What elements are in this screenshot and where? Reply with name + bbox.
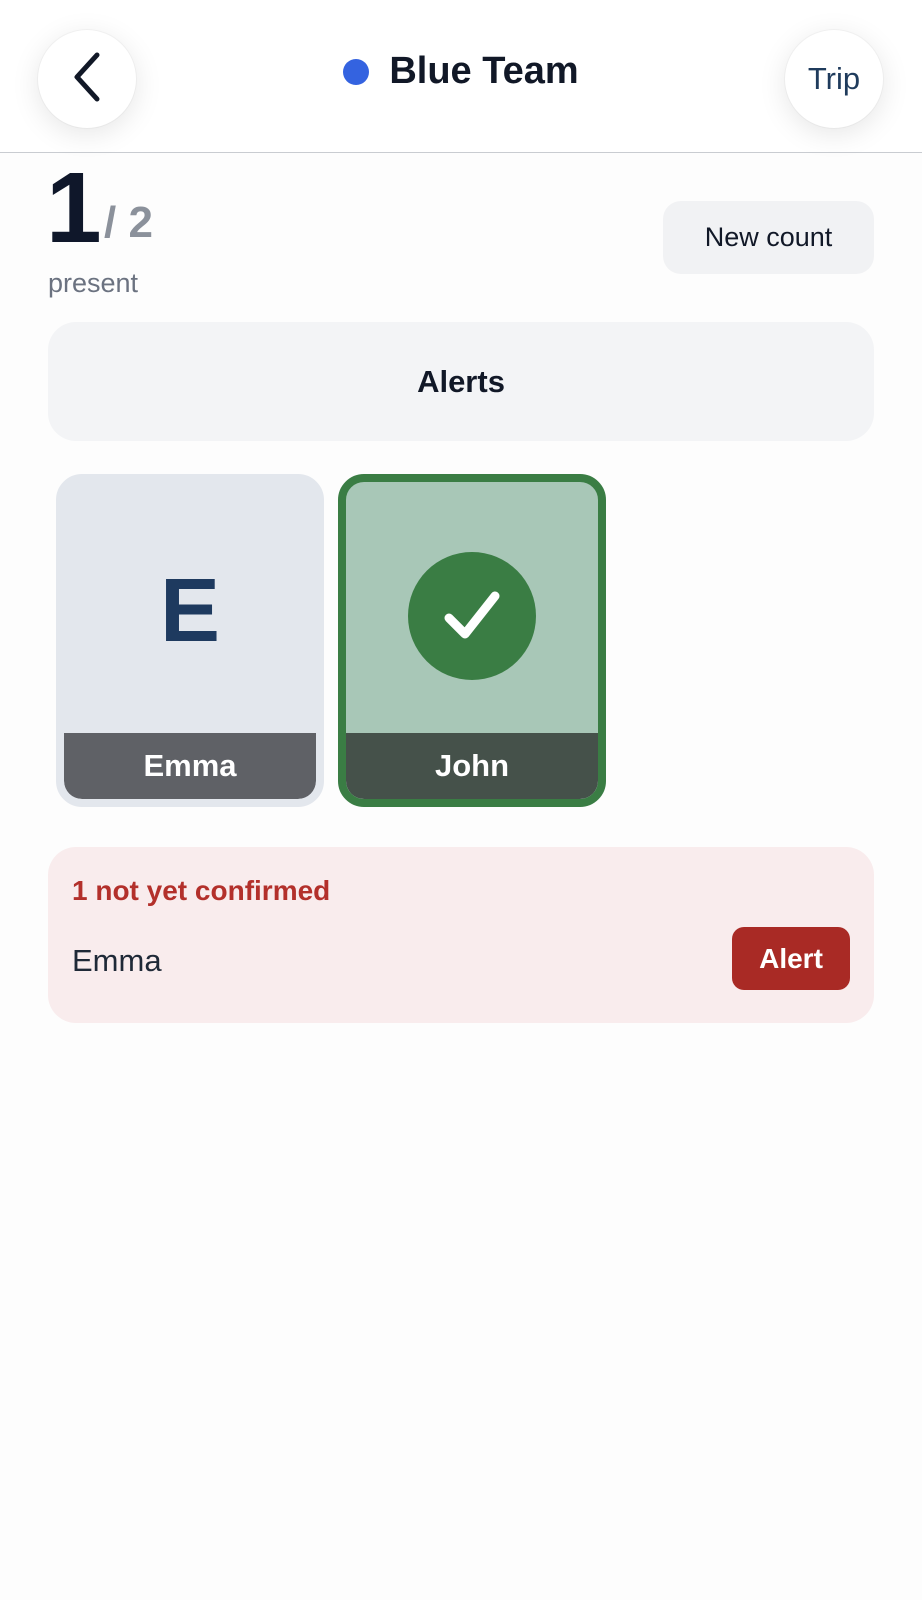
- present-label: present: [48, 268, 139, 298]
- total-count: / 2: [104, 198, 153, 247]
- new-count-button[interactable]: New count: [663, 201, 874, 274]
- header-title-group: Blue Team: [0, 50, 922, 93]
- present-count: 1: [46, 152, 102, 264]
- member-avatar: E: [64, 482, 316, 741]
- checkmark-icon: [408, 551, 536, 680]
- member-initial: E: [159, 561, 221, 661]
- alerts-button[interactable]: Alerts: [48, 322, 874, 441]
- member-name: John: [346, 733, 598, 799]
- member-name: Emma: [64, 733, 316, 799]
- trip-button-label: Trip: [807, 61, 861, 96]
- team-color-dot: [343, 58, 370, 85]
- member-card-john[interactable]: John: [338, 474, 606, 807]
- trip-button[interactable]: Trip: [785, 30, 883, 128]
- alert-member-button[interactable]: Alert: [732, 927, 850, 990]
- member-avatar: [346, 482, 598, 741]
- unconfirmed-title: 1 not yet confirmed: [72, 875, 331, 906]
- unconfirmed-member-name: Emma: [72, 943, 162, 978]
- unconfirmed-panel: 1 not yet confirmed Emma Alert: [48, 847, 874, 1023]
- top-bar: Blue Team Trip: [0, 0, 922, 153]
- page-title: Blue Team: [389, 50, 579, 92]
- member-card-emma[interactable]: E Emma: [56, 474, 324, 807]
